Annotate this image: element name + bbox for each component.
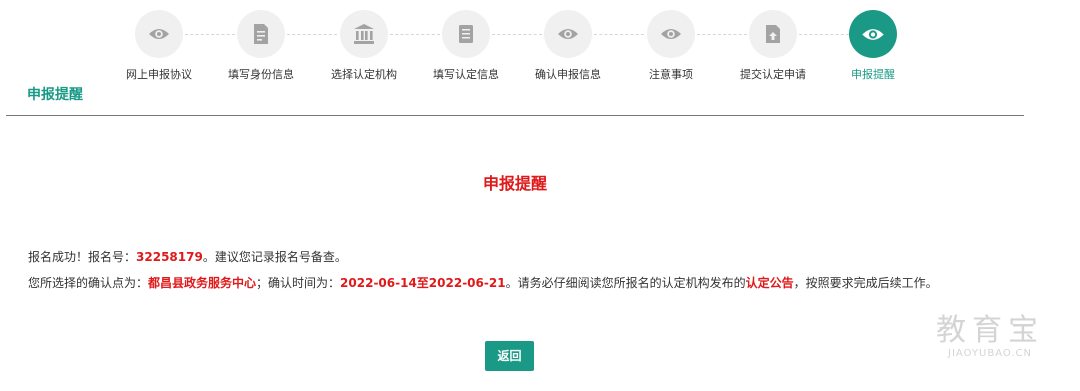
line2-prefix: 您所选择的确认点为： — [28, 276, 149, 290]
watermark-logo: 教育宝 JIAOYUBAO.CN — [915, 313, 1065, 360]
file-icon — [442, 10, 490, 58]
step-reminder: 申报提醒 — [818, 10, 928, 82]
step-label: 提交认定申请 — [740, 68, 806, 81]
confirmation-point: 都昌县政务服务中心 — [148, 276, 257, 290]
step-confirm-info: 确认申报信息 — [513, 10, 623, 82]
bank-icon — [340, 10, 388, 58]
progress-steps: 网上申报协议 填写身份信息 选择认定机构 填写认定信息 确认申报信息 注意事项 — [0, 0, 1080, 84]
announcement-link[interactable]: 认定公告 — [746, 276, 794, 290]
line2-mid2: 。请务必仔细阅读您所报名的认定机构发布的 — [505, 276, 746, 290]
line1-prefix: 报名成功！报名号： — [28, 250, 137, 264]
step-label: 注意事项 — [649, 68, 693, 81]
eye-icon — [647, 10, 695, 58]
step-notes: 注意事项 — [616, 10, 726, 82]
step-select-institution: 选择认定机构 — [309, 10, 419, 82]
watermark-url: JIAOYUBAO.CN — [948, 348, 1032, 359]
submit-icon — [749, 10, 797, 58]
step-certification-info: 填写认定信息 — [411, 10, 521, 82]
document-icon — [237, 10, 285, 58]
step-label: 申报提醒 — [851, 68, 895, 81]
divider — [6, 115, 1024, 116]
notice-line-confirmation: 您所选择的确认点为：都昌县政务服务中心；确认时间为：2022-06-14至202… — [28, 274, 938, 291]
line1-suffix: 。建议您记录报名号备查。 — [202, 250, 347, 264]
step-submit: 提交认定申请 — [718, 10, 828, 82]
notice-title: 申报提醒 — [482, 174, 547, 193]
eye-icon — [135, 10, 183, 58]
registration-number: 32258179 — [136, 250, 203, 264]
line2-suffix: ，按照要求完成后续工作。 — [793, 276, 938, 290]
back-button[interactable]: 返回 — [485, 341, 534, 371]
confirmation-period: 2022-06-14至2022-06-21 — [340, 276, 506, 290]
step-identity-info: 填写身份信息 — [206, 10, 316, 82]
eye-icon — [544, 10, 592, 58]
step-agreement: 网上申报协议 — [104, 10, 214, 82]
watermark-text: 教育宝 — [936, 313, 1044, 348]
step-label: 确认申报信息 — [535, 68, 601, 81]
step-label: 填写身份信息 — [228, 68, 294, 81]
step-label: 选择认定机构 — [331, 68, 397, 81]
step-label: 网上申报协议 — [126, 68, 192, 81]
notice-line-registration: 报名成功！报名号：32258179。建议您记录报名号备查。 — [28, 248, 347, 265]
step-label: 填写认定信息 — [433, 68, 499, 81]
eye-icon — [849, 10, 897, 58]
section-title: 申报提醒 — [27, 87, 83, 103]
line2-mid: ；确认时间为： — [256, 276, 341, 290]
